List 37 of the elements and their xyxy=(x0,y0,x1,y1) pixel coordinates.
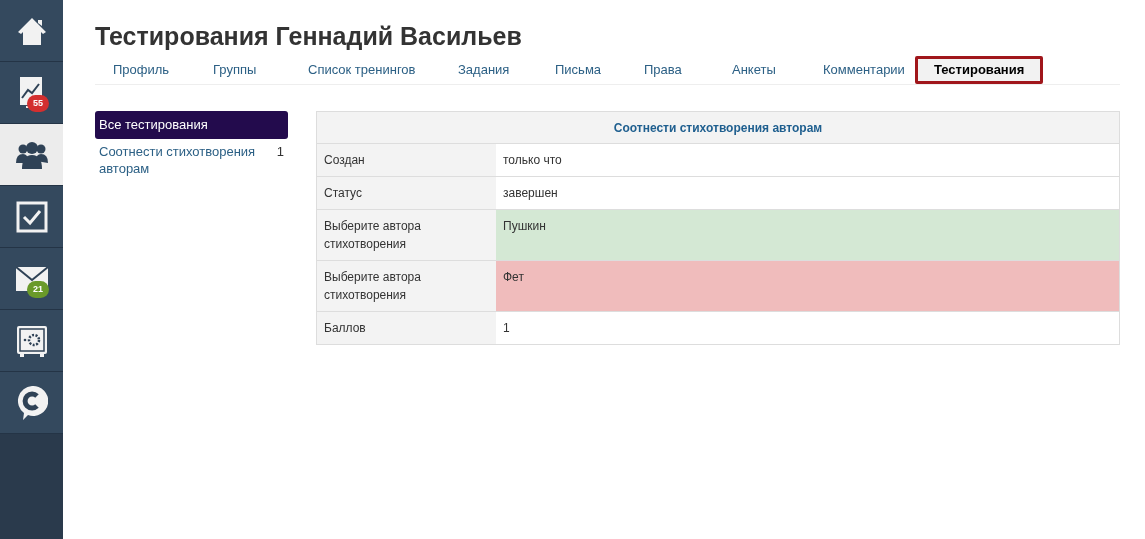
table-header: Соотнести стихотворения авторам xyxy=(317,112,1119,144)
count-badge: 21 xyxy=(27,281,49,298)
row-label: Выберите автора стихотворения xyxy=(317,261,496,311)
chart-icon xyxy=(18,75,45,110)
test-count: 1 xyxy=(276,142,284,161)
tab[interactable]: Задания xyxy=(444,55,541,84)
sidebar-item[interactable]: 55 xyxy=(0,62,63,124)
tab[interactable]: Анкеты xyxy=(718,55,809,84)
sidebar-item[interactable] xyxy=(0,124,63,186)
row-label: Создан xyxy=(317,144,496,176)
row-label: Баллов xyxy=(317,312,496,344)
chat-icon xyxy=(15,384,48,421)
tab[interactable]: Список тренингов xyxy=(294,55,444,84)
checkbox-icon xyxy=(15,200,48,233)
sidebar-item[interactable] xyxy=(0,186,63,248)
row-value: Пушкин xyxy=(496,210,1119,260)
test-list-item[interactable]: Все тестирования xyxy=(95,111,288,139)
test-list-item[interactable]: Соотнести стихотворения авторам 1 xyxy=(95,138,288,181)
row-label: Выберите автора стихотворения xyxy=(317,210,496,260)
count-badge: 55 xyxy=(27,95,49,112)
test-name: Соотнести стихотворения авторам xyxy=(99,142,257,177)
tab[interactable]: Группы xyxy=(199,55,294,84)
users-icon xyxy=(15,140,48,169)
row-value: Фет xyxy=(496,261,1119,311)
sidebar-item[interactable] xyxy=(0,372,63,434)
tab[interactable]: Комментарии xyxy=(809,55,915,84)
tab[interactable]: Тестирования xyxy=(915,55,1044,84)
tab[interactable]: Права xyxy=(630,55,718,84)
tab[interactable]: Профиль xyxy=(99,55,199,84)
test-name: Все тестирования xyxy=(99,116,208,134)
safe-icon xyxy=(15,324,48,357)
home-icon xyxy=(16,15,47,46)
sidebar-item[interactable] xyxy=(0,310,63,372)
page-title: Тестирования Геннадий Васильев xyxy=(95,21,523,52)
sidebar-item[interactable] xyxy=(0,0,63,62)
tab[interactable]: Письма xyxy=(541,55,630,84)
row-label: Статус xyxy=(317,177,496,209)
